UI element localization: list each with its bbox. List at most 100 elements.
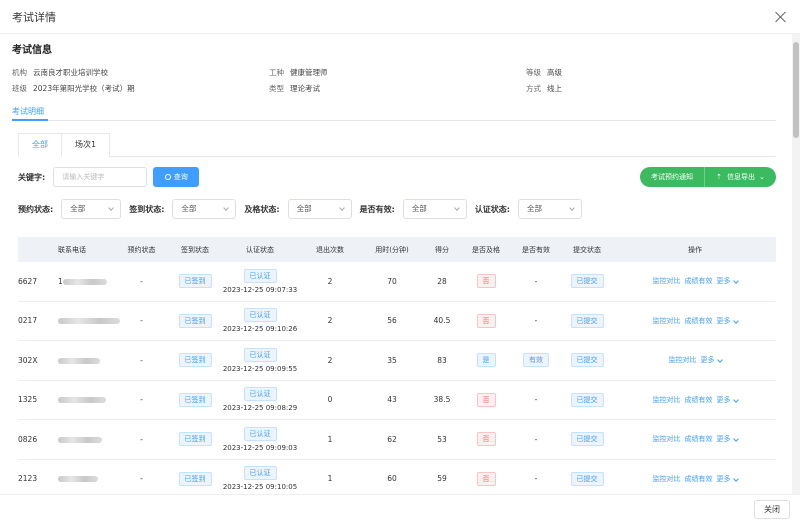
more-link[interactable]: 更多 [716, 395, 739, 405]
chevron-down-icon [716, 357, 723, 364]
auth-time: 2023-12-25 09:08:29 [222, 404, 298, 413]
signin-tag: 已签到 [178, 392, 212, 407]
col-header: 得分 [435, 245, 449, 254]
auth-cell: 已认证 2023-12-25 09:09:55 [220, 347, 300, 373]
table-row: 1325 - 已签到 已认证 2023-12-25 09:08:29 0 43 38.5 否 - 已… [18, 381, 776, 420]
score: 38.5 [433, 395, 451, 405]
chevron-down-icon [732, 475, 739, 482]
session-tabs: 全部 场次1 [18, 133, 776, 157]
filter-pass-select[interactable]: 全部 [287, 199, 352, 219]
signin-tag: 已签到 [178, 274, 212, 289]
op-link[interactable]: 监控对比 [669, 355, 697, 365]
export-button[interactable]: ⇡ 信息导出 ⌄ [704, 167, 776, 187]
phone-blur [58, 318, 120, 325]
minutes-used: 56 [387, 316, 397, 326]
subtab-session-1[interactable]: 场次1 [62, 133, 111, 157]
valid-cell: 有效 [512, 353, 560, 368]
info-value: 健康管理师 [290, 68, 328, 77]
chevron-down-icon [732, 436, 739, 443]
submit-tag: 已提交 [570, 274, 604, 289]
op-link[interactable]: 监控对比 [653, 474, 681, 484]
minutes-used: 62 [387, 434, 397, 444]
col-header: 是否有效 [522, 245, 550, 254]
signin-cell: 已签到 [170, 432, 220, 447]
subtab-all[interactable]: 全部 [18, 133, 62, 157]
signin-cell: 已签到 [170, 353, 220, 368]
op-label: 更多 [716, 395, 731, 404]
info-field-type: 类型 理论考试 [269, 83, 320, 94]
op-link[interactable]: 成绩有效 [685, 395, 713, 405]
col-header: 用时(分钟) [375, 245, 409, 254]
filter-reserve-select[interactable]: 全部 [61, 199, 122, 219]
auth-time: 2023-12-25 09:09:03 [222, 443, 298, 452]
auth-tag: 已认证 [243, 268, 277, 283]
filter-signin-select[interactable]: 全部 [172, 199, 237, 219]
op-label: 成绩有效 [684, 277, 713, 286]
scrollbar-thumb[interactable] [793, 42, 799, 138]
op-link[interactable]: 成绩有效 [685, 474, 713, 484]
col-header: 退出次数 [316, 245, 344, 254]
op-link[interactable]: 监控对比 [653, 316, 681, 326]
minutes-used: 70 [387, 276, 397, 286]
op-link[interactable]: 监控对比 [653, 434, 681, 444]
signin-tag: 已签到 [178, 471, 212, 486]
info-value: 理论考试 [290, 84, 320, 93]
op-link[interactable]: 成绩有效 [685, 434, 713, 444]
valid-cell: - [512, 316, 560, 325]
exam-table: 联系电话 预约状态 签到状态 认证状态 退出次数 用时(分钟) 得分 是否及格 … [18, 237, 776, 499]
exit-count: 1 [327, 434, 333, 444]
op-label: 监控对比 [652, 277, 681, 286]
ops-cell: 监控对比 更多 [614, 355, 776, 365]
reserve-status: - [140, 355, 143, 365]
more-link[interactable]: 更多 [716, 276, 739, 286]
keyword-input[interactable]: 请输入关键字 [53, 167, 148, 187]
signin-cell: 已签到 [170, 471, 220, 486]
pass-cell: 否 [460, 471, 512, 486]
more-link[interactable]: 更多 [701, 355, 723, 365]
more-link[interactable]: 更多 [717, 474, 739, 484]
phone-cell [58, 395, 113, 404]
signin-tag: 已签到 [178, 353, 212, 368]
op-link[interactable]: 成绩有效 [685, 276, 713, 286]
more-link[interactable]: 更多 [717, 434, 739, 444]
row-id: 2123 [18, 474, 38, 484]
table-row: 0217 - 已签到 已认证 2023-12-25 09:10:26 2 56 40.5 否 - 已… [18, 302, 776, 341]
close-button[interactable]: 关闭 [754, 500, 790, 519]
table-header: 联系电话 预约状态 签到状态 认证状态 退出次数 用时(分钟) 得分 是否及格 … [18, 237, 776, 262]
select-value: 全部 [70, 204, 86, 213]
info-value: 线上 [547, 84, 562, 93]
exam-notify-button[interactable]: 考试预约通知 [640, 167, 704, 187]
select-value: 全部 [296, 204, 312, 213]
filter-label-reserve: 预约状态: [18, 204, 54, 214]
auth-tag: 已认证 [243, 466, 277, 481]
op-link[interactable]: 监控对比 [653, 276, 681, 286]
submit-cell: 已提交 [560, 432, 614, 447]
ops-cell: 监控对比 成绩有效 更多 [614, 276, 776, 286]
op-label: 更多 [716, 277, 731, 286]
scrollbar[interactable] [792, 34, 800, 494]
row-id: 1325 [18, 395, 38, 405]
more-link[interactable]: 更多 [717, 316, 739, 326]
reserve-status: - [140, 395, 143, 405]
auth-tag: 已认证 [243, 308, 277, 323]
table-row: 302X - 已签到 已认证 2023-12-25 09:09:55 2 35 83 是 有效 已提… [18, 341, 776, 381]
select-value: 全部 [527, 204, 543, 213]
op-link[interactable]: 成绩有效 [685, 316, 713, 326]
ops-cell: 监控对比 成绩有效 更多 [614, 474, 776, 484]
close-icon[interactable] [774, 10, 788, 24]
tab-exam-detail[interactable]: 考试明细 [12, 106, 44, 117]
filter-label-signin: 签到状态: [129, 204, 165, 214]
info-field-job: 工种 健康管理师 [269, 67, 328, 78]
valid-text: - [534, 474, 538, 484]
filter-valid-select[interactable]: 全部 [402, 199, 467, 219]
exit-count: 2 [327, 316, 333, 326]
chevron-down-icon [223, 205, 230, 211]
action-buttons: 考试预约通知 ⇡ 信息导出 ⌄ [640, 167, 776, 187]
filter-auth-select[interactable]: 全部 [518, 199, 583, 219]
op-link[interactable]: 监控对比 [653, 395, 681, 405]
col-header: 是否及格 [472, 245, 500, 254]
pass-cell: 否 [460, 392, 512, 407]
info-value: 2023年第阳光学校（考试）期 [33, 84, 135, 93]
pass-tag: 否 [476, 313, 496, 328]
search-button[interactable]: 查询 [153, 167, 200, 187]
